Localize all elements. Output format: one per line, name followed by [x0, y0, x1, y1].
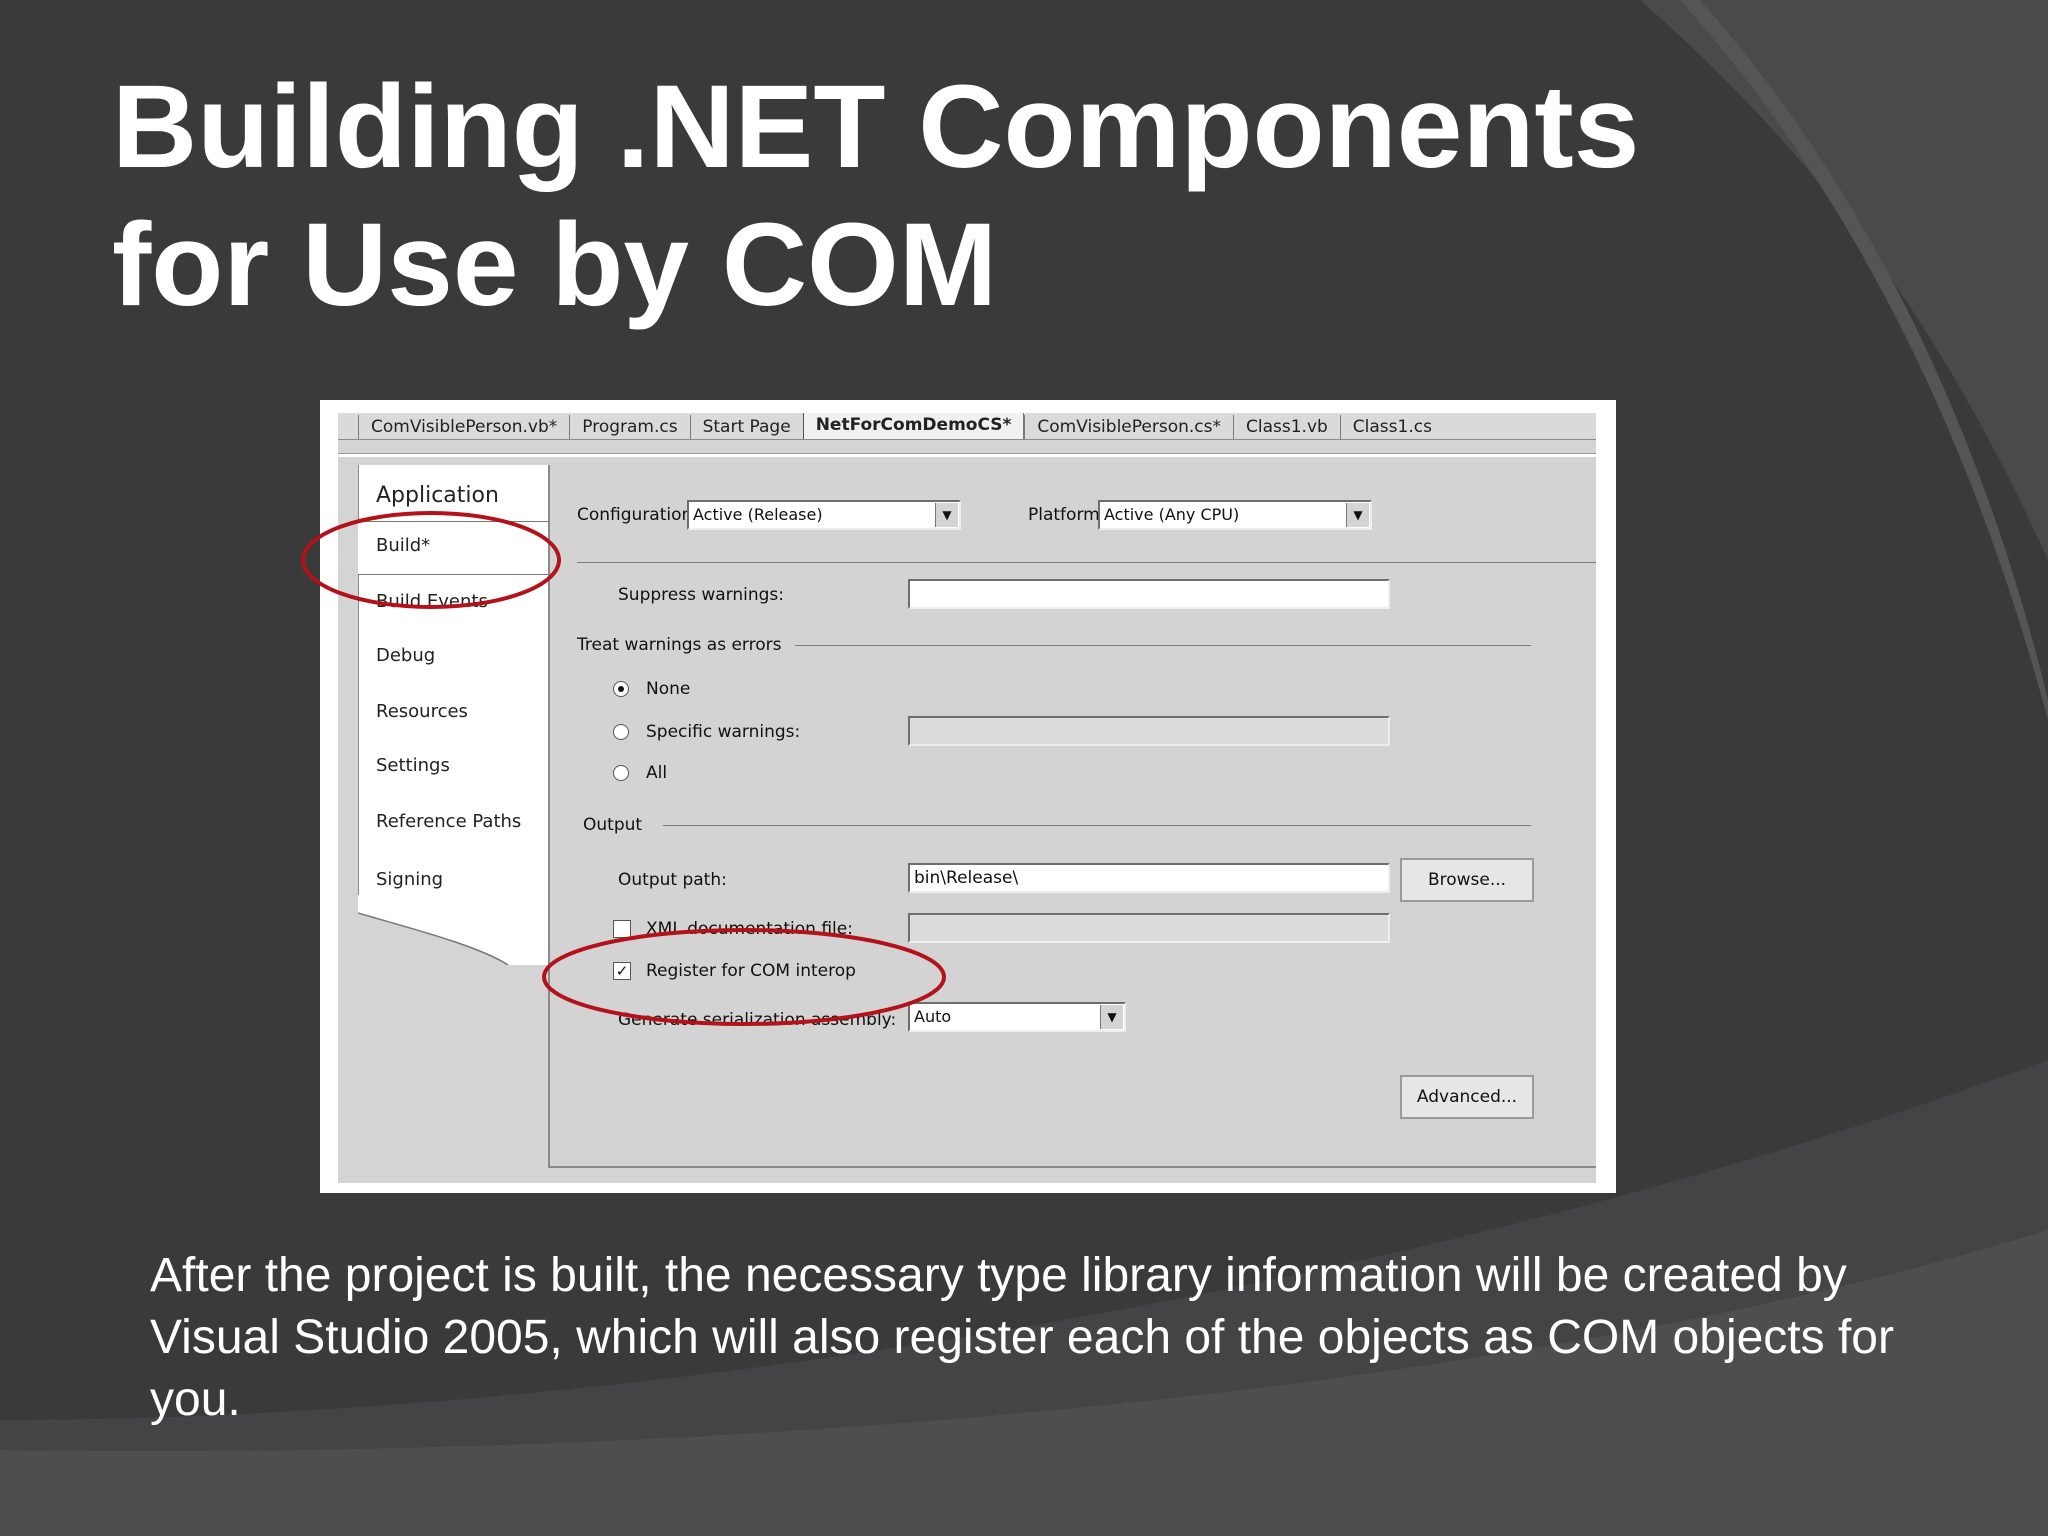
- treat-warnings-divider: [795, 645, 1531, 646]
- register-com-interop-checkbox[interactable]: ✓: [613, 962, 631, 980]
- chevron-down-icon[interactable]: ▼: [1346, 503, 1369, 527]
- nav-item-debug[interactable]: Debug: [376, 645, 435, 666]
- slide-title: Building .NET Components for Use by COM: [112, 58, 1812, 334]
- treat-warnings-group-label: Treat warnings as errors: [577, 635, 782, 655]
- nav-item-build[interactable]: Build*: [376, 535, 430, 556]
- slide-title-line-1: Building .NET Components: [112, 61, 1640, 193]
- nav-item-signing[interactable]: Signing: [376, 869, 443, 890]
- chevron-down-icon[interactable]: ▼: [1100, 1005, 1123, 1029]
- serialization-assembly-select[interactable]: Auto ▼: [908, 1002, 1126, 1032]
- nav-item-build-events[interactable]: Build Events: [376, 591, 488, 612]
- output-group-label: Output: [583, 815, 643, 835]
- radio-specific-warnings[interactable]: [613, 724, 629, 740]
- xml-documentation-input[interactable]: [908, 913, 1390, 943]
- vs-screenshot: ComVisiblePerson.vb* Program.cs Start Pa…: [320, 400, 1616, 1193]
- platform-value: Active (Any CPU): [1104, 505, 1240, 524]
- tab-class1-cs[interactable]: Class1.cs: [1339, 415, 1444, 439]
- build-page: Configuration: Active (Release) ▼ Platfo…: [548, 465, 1596, 1168]
- platform-label: Platform:: [1028, 505, 1106, 525]
- tab-program-cs[interactable]: Program.cs: [569, 415, 689, 439]
- configuration-select[interactable]: Active (Release) ▼: [687, 500, 961, 530]
- configuration-label: Configuration:: [577, 505, 699, 525]
- slide-body-text: After the project is built, the necessar…: [150, 1249, 1894, 1426]
- specific-warnings-input[interactable]: [908, 716, 1390, 746]
- tab-comvisibleperson-vb[interactable]: ComVisiblePerson.vb*: [358, 415, 569, 439]
- output-path-input[interactable]: bin\Release\: [908, 863, 1390, 893]
- chevron-down-icon[interactable]: ▼: [935, 503, 958, 527]
- radio-all-label: All: [646, 763, 668, 783]
- register-com-interop-label: Register for COM interop: [646, 961, 856, 981]
- tab-divider: [338, 453, 1596, 457]
- suppress-warnings-label: Suppress warnings:: [618, 585, 784, 605]
- serialization-value: Auto: [914, 1007, 952, 1026]
- nav-item-reference-paths[interactable]: Reference Paths: [376, 811, 521, 832]
- advanced-button[interactable]: Advanced...: [1400, 1075, 1534, 1119]
- serialization-assembly-label: Generate serialization assembly:: [618, 1010, 897, 1030]
- radio-none[interactable]: [613, 681, 629, 697]
- xml-documentation-checkbox[interactable]: [613, 920, 631, 938]
- tab-netforcomdemocs[interactable]: NetForComDemoCS*: [802, 413, 1025, 439]
- nav-item-settings[interactable]: Settings: [376, 755, 450, 776]
- tab-comvisibleperson-cs[interactable]: ComVisiblePerson.cs*: [1024, 415, 1233, 439]
- nav-panel-curl: [358, 895, 548, 965]
- check-icon: ✓: [615, 962, 629, 980]
- configuration-value: Active (Release): [693, 505, 823, 524]
- platform-select[interactable]: Active (Any CPU) ▼: [1098, 500, 1372, 530]
- radio-none-label: None: [646, 679, 691, 699]
- config-divider: [577, 562, 1596, 563]
- output-path-label: Output path:: [618, 870, 727, 890]
- nav-item-resources[interactable]: Resources: [376, 701, 468, 722]
- slide-title-line-2: for Use by COM: [112, 199, 998, 331]
- project-properties-window: ComVisiblePerson.vb* Program.cs Start Pa…: [338, 413, 1596, 1183]
- suppress-warnings-input[interactable]: [908, 579, 1390, 609]
- tab-class1-vb[interactable]: Class1.vb: [1233, 415, 1340, 439]
- document-tab-strip: ComVisiblePerson.vb* Program.cs Start Pa…: [338, 413, 1596, 440]
- nav-item-application[interactable]: Application: [376, 483, 499, 508]
- tab-start-page[interactable]: Start Page: [689, 415, 803, 439]
- xml-documentation-label: XML documentation file:: [646, 919, 853, 939]
- radio-specific-label: Specific warnings:: [646, 722, 801, 742]
- properties-nav: Application Build* Build Events Debug Re…: [358, 465, 549, 1155]
- browse-button[interactable]: Browse...: [1400, 858, 1534, 902]
- radio-all[interactable]: [613, 765, 629, 781]
- output-divider: [663, 825, 1531, 826]
